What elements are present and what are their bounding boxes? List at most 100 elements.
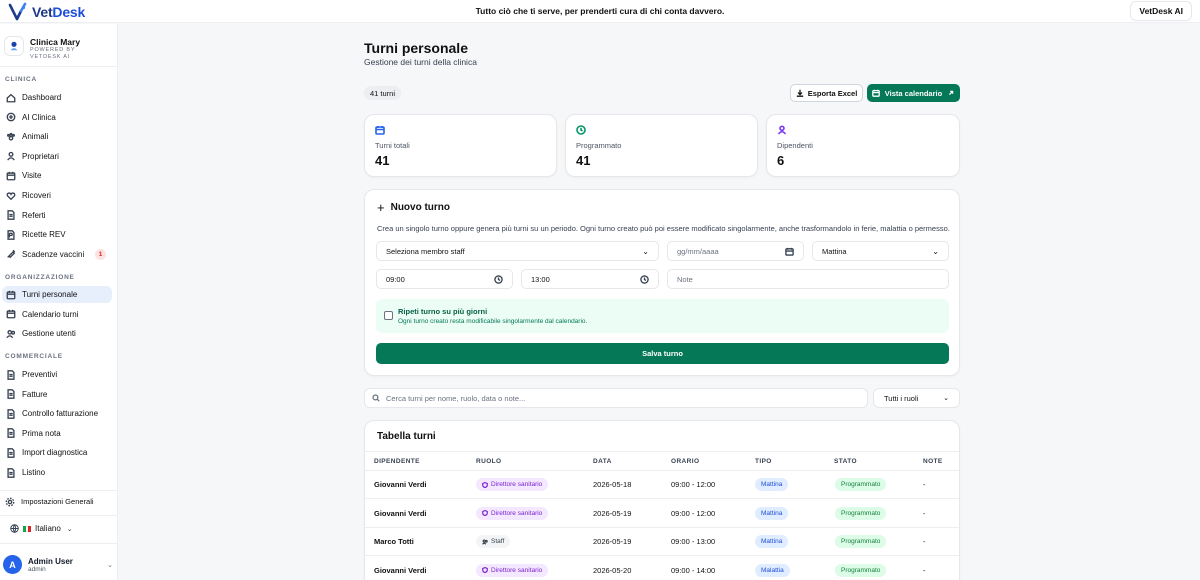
sidebar-item-label: Calendario turni xyxy=(22,309,79,319)
users-icon xyxy=(482,538,488,545)
sidebar-item-gestione-utenti[interactable]: Gestione utenti xyxy=(2,325,112,342)
search-input[interactable]: Cerca turni per nome, ruolo, data o note… xyxy=(364,388,868,408)
column-header-dipendente[interactable]: DIPENDENTE xyxy=(374,458,420,465)
cell-orario: 09:00 - 12:00 xyxy=(671,480,716,489)
sidebar-item-visite[interactable]: Visite xyxy=(2,167,112,184)
shield-icon xyxy=(482,510,488,516)
clock-icon xyxy=(640,274,649,284)
column-header-data[interactable]: DATA xyxy=(593,458,612,465)
sidebar-divider xyxy=(0,543,118,544)
shift-type-badge: Malattia xyxy=(755,563,790,577)
sidebar-item-ricette-rev[interactable]: Ricette REV xyxy=(2,226,112,243)
sidebar-item-calendario-turni[interactable]: Calendario turni xyxy=(2,306,112,323)
arrow-up-right-icon xyxy=(949,90,954,96)
user-menu[interactable]: A Admin User admin ⌄ xyxy=(3,555,113,574)
user-icon xyxy=(777,125,787,135)
sidebar-item-scadenze-vaccini[interactable]: Scadenze vaccini 1 xyxy=(2,246,112,263)
table-row[interactable]: Marco Totti Staff 2026-05-19 09:00 - 13:00 M… xyxy=(365,528,959,556)
sidebar-item-label: Referti xyxy=(22,210,46,220)
table-row[interactable]: Giovanni Verdi Direttore sanitario 2026-05… xyxy=(365,557,959,580)
cell-note: - xyxy=(923,565,926,575)
plus-icon: + xyxy=(377,199,385,215)
column-header-tipo[interactable]: TIPO xyxy=(755,458,772,465)
sidebar-item-label: Import diagnostica xyxy=(22,448,88,458)
stat-label: Dipendenti xyxy=(777,141,813,150)
cell-note: - xyxy=(923,508,926,518)
staff-select-value: Seleziona membro staff xyxy=(386,246,465,256)
sidebar-item-ricoveri[interactable]: Ricoveri xyxy=(2,187,112,204)
column-header-note[interactable]: NOTE xyxy=(923,458,943,465)
globe-icon xyxy=(10,524,19,533)
end-time-value: 13:00 xyxy=(531,274,550,284)
sidebar-item-import-diagnostica[interactable]: Import diagnostica xyxy=(2,444,112,461)
table-row[interactable]: Giovanni Verdi Direttore sanitario 2026-05… xyxy=(365,471,959,499)
role-filter-select[interactable]: Tutti i ruoli ⌄ xyxy=(873,388,960,408)
calendar-icon xyxy=(6,309,16,319)
note-input[interactable]: Note xyxy=(667,269,949,289)
clinic-logo-icon xyxy=(4,36,24,56)
staff-select[interactable]: Seleziona membro staff ⌄ xyxy=(376,241,659,261)
save-shift-button[interactable]: Salva turno xyxy=(376,343,949,364)
language-label: Italiano xyxy=(35,524,61,533)
clinic-subtitle: POWERED BY VETDESK AI xyxy=(30,47,76,60)
sidebar-item-proprietari[interactable]: Proprietari xyxy=(2,148,112,165)
sidebar-item-label: AI Clinica xyxy=(22,112,56,122)
notification-badge: 1 xyxy=(95,248,106,260)
sidebar-item-referti[interactable]: Referti xyxy=(2,207,112,224)
vetdesk-ai-button[interactable]: VetDesk AI xyxy=(1130,1,1192,21)
cell-dipendente: Giovanni Verdi xyxy=(374,508,427,518)
role-badge: Direttore sanitario xyxy=(476,506,549,520)
sidebar-item-controllo-fatturazione[interactable]: Controllo fatturazione xyxy=(2,405,112,422)
shield-icon xyxy=(482,567,488,573)
cell-dipendente: Marco Totti xyxy=(374,537,414,546)
role-badge-label: Direttore sanitario xyxy=(491,566,543,574)
italy-flag-icon xyxy=(23,525,32,532)
table-row[interactable]: Giovanni Verdi Direttore sanitario 2026-05… xyxy=(365,500,959,528)
shift-type-select[interactable]: Mattina ⌄ xyxy=(812,241,949,261)
sidebar-item-fatture[interactable]: Fatture xyxy=(2,386,112,403)
sidebar-item-label: Controllo fatturazione xyxy=(22,409,99,419)
sidebar-item-animali[interactable]: Animali xyxy=(2,128,112,145)
heart-icon xyxy=(6,191,16,200)
sidebar-item-listino[interactable]: Listino xyxy=(2,464,112,481)
sidebar-item-turni-personale[interactable]: Turni personale xyxy=(2,286,112,303)
section-label-organizzazione: ORGANIZZAZIONE xyxy=(5,274,75,281)
cell-orario: 09:00 - 12:00 xyxy=(671,508,716,518)
start-time-input[interactable]: 09:00 xyxy=(376,269,513,289)
status-badge: Programmato xyxy=(835,478,887,491)
document-icon xyxy=(7,448,15,458)
start-time-value: 09:00 xyxy=(386,274,405,284)
clinic-header[interactable]: Clinica Mary POWERED BY VETDESK AI xyxy=(4,36,102,61)
stat-value: 41 xyxy=(576,153,591,168)
stat-card-programmato: Programmato 41 xyxy=(565,114,758,177)
section-label-clinica: CLINICA xyxy=(5,76,37,83)
sidebar-item-label: Dashboard xyxy=(22,93,62,102)
role-filter-value: Tutti i ruoli xyxy=(884,393,919,403)
table-title: Tabella turni xyxy=(377,431,436,442)
stat-card-turni-totali: Turni totali 41 xyxy=(364,114,557,177)
date-input[interactable]: gg/mm/aaaa xyxy=(667,241,804,261)
calendar-view-button[interactable]: Vista calendario xyxy=(867,84,960,102)
end-time-input[interactable]: 13:00 xyxy=(521,269,659,289)
date-input-placeholder: gg/mm/aaaa xyxy=(677,246,719,256)
sidebar-divider xyxy=(0,490,118,491)
search-placeholder: Cerca turni per nome, ruolo, data o note… xyxy=(386,393,526,403)
sidebar-item-label: Scadenze vaccini xyxy=(22,249,85,259)
role-badge-label: Staff xyxy=(491,538,505,545)
export-excel-button[interactable]: Esporta Excel xyxy=(790,84,863,102)
sidebar-item-ai-clinica[interactable]: AI Clinica xyxy=(2,109,112,126)
sidebar-item-impostazioni[interactable]: Impostazioni Generali xyxy=(1,493,111,510)
column-header-stato[interactable]: STATO xyxy=(834,458,857,465)
sidebar-item-prima-nota[interactable]: Prima nota xyxy=(2,425,112,442)
column-header-orario[interactable]: ORARIO xyxy=(671,458,699,465)
stat-card-dipendenti: Dipendenti 6 xyxy=(766,114,960,177)
sidebar-item-preventivi[interactable]: Preventivi xyxy=(2,366,112,383)
sidebar-item-dashboard[interactable]: Dashboard xyxy=(2,89,112,106)
status-badge: Programmato xyxy=(835,506,887,520)
column-header-ruolo[interactable]: RUOLO xyxy=(476,458,501,465)
note-input-placeholder: Note xyxy=(677,274,693,284)
sidebar-divider xyxy=(0,66,118,67)
language-selector[interactable]: Italiano ⌄ xyxy=(10,524,73,533)
role-badge: Staff xyxy=(476,535,511,548)
repeat-shift-checkbox[interactable] xyxy=(384,311,393,320)
